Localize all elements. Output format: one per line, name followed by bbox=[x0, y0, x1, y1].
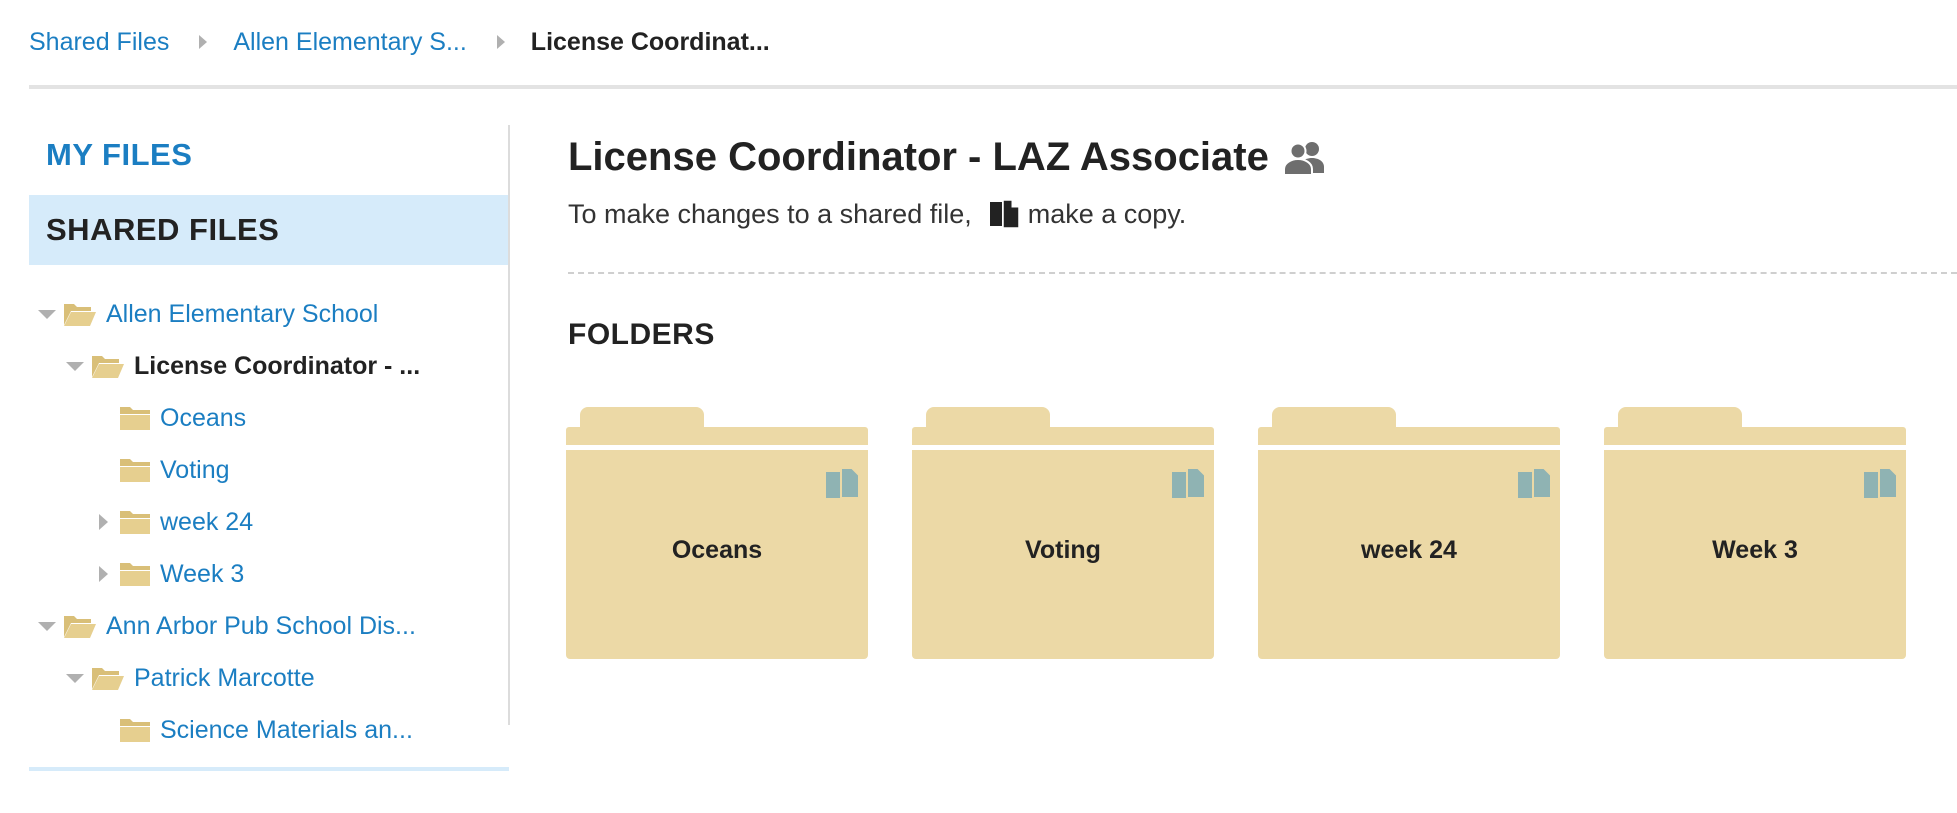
folder-icon bbox=[119, 405, 151, 431]
shared-files-tab[interactable]: SHARED FILES bbox=[29, 195, 508, 265]
tree-item-oceans[interactable]: Oceans bbox=[93, 392, 246, 444]
folder-icon bbox=[119, 509, 151, 535]
copy-icon bbox=[988, 198, 1022, 230]
copy-icon[interactable] bbox=[824, 466, 862, 500]
folder-card-week-3[interactable]: Week 3 bbox=[1604, 407, 1906, 659]
tree-item-label[interactable]: Voting bbox=[160, 456, 230, 485]
tree-item-label[interactable]: week 24 bbox=[160, 508, 253, 537]
folders-heading: FOLDERS bbox=[568, 318, 715, 351]
sidebar-divider bbox=[508, 125, 510, 725]
page-title: License Coordinator - LAZ Associate bbox=[568, 135, 1269, 179]
caret-down-icon[interactable] bbox=[37, 309, 57, 319]
tree-item-week-3[interactable]: Week 3 bbox=[93, 548, 244, 600]
copy-instruction: To make changes to a shared file, make a… bbox=[568, 198, 1186, 230]
tree-item-license-coordinator[interactable]: License Coordinator - ... bbox=[65, 340, 420, 392]
folder-body: Oceans bbox=[566, 450, 868, 659]
copy-icon[interactable] bbox=[1170, 466, 1208, 500]
folder-open-icon bbox=[91, 665, 125, 691]
folder-icon bbox=[119, 717, 151, 743]
title-row: License Coordinator - LAZ Associate bbox=[568, 135, 1329, 180]
folder-body: week 24 bbox=[1258, 450, 1560, 659]
folder-card-voting[interactable]: Voting bbox=[912, 407, 1214, 659]
tree-item-label[interactable]: Allen Elementary School bbox=[106, 300, 378, 329]
sidebar-bottom-divider bbox=[29, 767, 509, 771]
tree-item-week-24[interactable]: week 24 bbox=[93, 496, 253, 548]
folder-strip bbox=[1258, 427, 1560, 445]
tree-item-science-materials[interactable]: Science Materials an... bbox=[93, 704, 413, 756]
folder-card-name: Voting bbox=[1025, 536, 1101, 564]
folder-open-icon bbox=[63, 301, 97, 327]
breadcrumb-chevron-icon bbox=[199, 35, 208, 49]
content-divider bbox=[568, 272, 1957, 274]
instruction-text-before: To make changes to a shared file, bbox=[568, 198, 972, 229]
tree-item-label[interactable]: Ann Arbor Pub School Dis... bbox=[106, 612, 416, 641]
folder-open-icon bbox=[63, 613, 97, 639]
tree-item-label[interactable]: Oceans bbox=[160, 404, 246, 433]
folder-icon bbox=[119, 457, 151, 483]
breadcrumb-allen-elementary[interactable]: Allen Elementary S... bbox=[233, 28, 466, 57]
caret-right-icon[interactable] bbox=[93, 566, 113, 582]
caret-down-icon[interactable] bbox=[37, 621, 57, 631]
breadcrumb-chevron-icon bbox=[496, 35, 505, 49]
copy-icon[interactable] bbox=[1862, 466, 1900, 500]
folder-body: Voting bbox=[912, 450, 1214, 659]
folder-card-oceans[interactable]: Oceans bbox=[566, 407, 868, 659]
folder-card-name: Oceans bbox=[671, 536, 763, 564]
my-files-link[interactable]: MY FILES bbox=[46, 137, 192, 173]
tree-item-label[interactable]: Week 3 bbox=[160, 560, 244, 589]
tree-item-patrick-marcotte[interactable]: Patrick Marcotte bbox=[65, 652, 315, 704]
breadcrumb-current: License Coordinat... bbox=[530, 27, 770, 56]
folder-strip bbox=[1604, 427, 1906, 445]
caret-right-icon[interactable] bbox=[93, 514, 113, 530]
tree-item-label[interactable]: License Coordinator - ... bbox=[134, 352, 420, 381]
tree-item-ann-arbor[interactable]: Ann Arbor Pub School Dis... bbox=[37, 600, 416, 652]
tree-item-label[interactable]: Patrick Marcotte bbox=[134, 664, 315, 693]
folder-card-name: Week 3 bbox=[1712, 536, 1798, 564]
copy-icon[interactable] bbox=[1516, 466, 1554, 500]
caret-down-icon[interactable] bbox=[65, 361, 85, 371]
caret-down-icon[interactable] bbox=[65, 673, 85, 683]
breadcrumb: Shared Files Allen Elementary S... Licen… bbox=[29, 22, 770, 62]
folder-open-icon bbox=[91, 353, 125, 379]
folder-strip bbox=[912, 427, 1214, 445]
folder-card-name: week 24 bbox=[1361, 536, 1457, 564]
folder-strip bbox=[566, 427, 868, 445]
breadcrumb-shared-files[interactable]: Shared Files bbox=[29, 28, 169, 57]
header-divider bbox=[29, 85, 1957, 89]
tree-item-label[interactable]: Science Materials an... bbox=[160, 716, 413, 745]
folder-body: Week 3 bbox=[1604, 450, 1906, 659]
folder-icon bbox=[119, 561, 151, 587]
shared-group-icon bbox=[1281, 139, 1329, 177]
tree-item-allen-elementary[interactable]: Allen Elementary School bbox=[37, 288, 378, 340]
tree-item-voting[interactable]: Voting bbox=[93, 444, 230, 496]
sidebar: MY FILES SHARED FILES Allen Elementary S… bbox=[29, 125, 509, 771]
folder-card-week-24[interactable]: week 24 bbox=[1258, 407, 1560, 659]
instruction-text-after: make a copy. bbox=[1027, 198, 1187, 229]
